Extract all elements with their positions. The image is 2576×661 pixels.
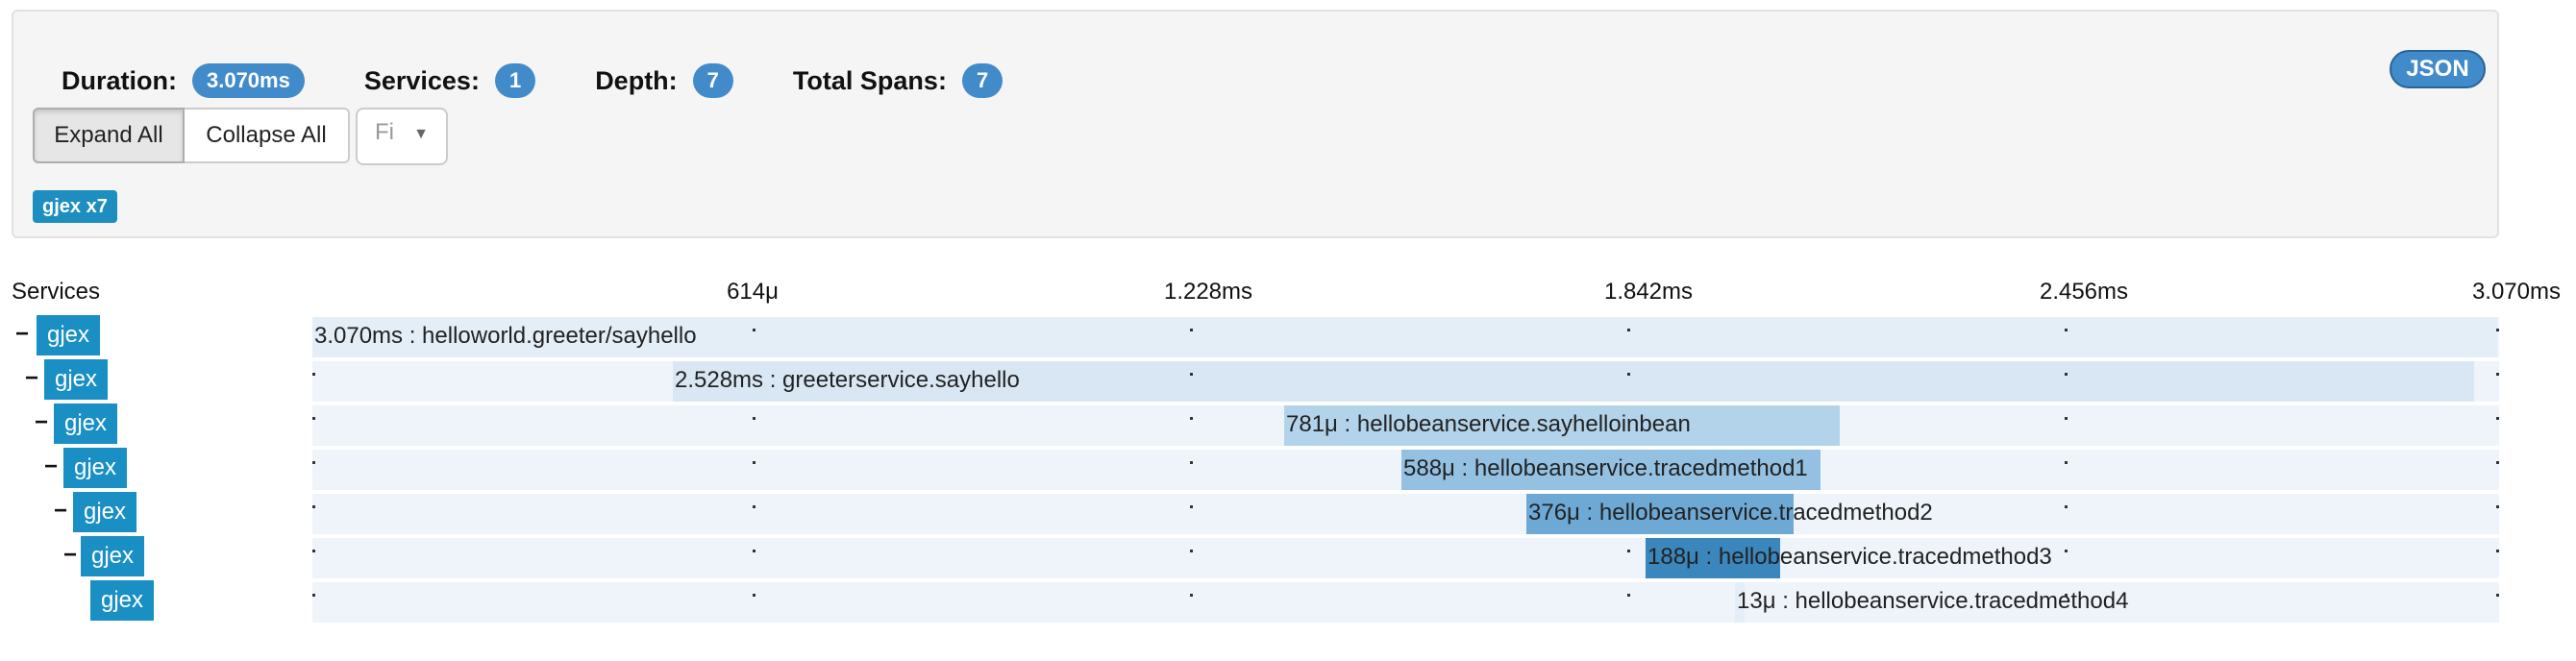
total-spans-summary: Total Spans: 7	[793, 63, 1003, 98]
tick-dot	[753, 594, 755, 597]
span-label: 13μ : hellobeanservice.tracedmethod4	[1737, 588, 2129, 614]
services-badge: 1	[494, 63, 536, 98]
tick-dot	[312, 417, 315, 420]
depth-summary: Depth: 7	[595, 63, 733, 98]
span-row-background	[312, 494, 2499, 534]
service-name: gjex	[81, 536, 144, 576]
tick-dot	[2496, 417, 2499, 420]
tick-dot	[312, 373, 315, 376]
caret-down-icon: ▼	[413, 126, 429, 142]
tick-dot	[2496, 594, 2499, 597]
duration-badge: 3.070ms	[191, 63, 305, 98]
depth-badge: 7	[692, 63, 733, 98]
total-spans-label: Total Spans:	[792, 65, 947, 95]
tick-dot	[753, 329, 755, 331]
tick-dot	[1190, 461, 1193, 464]
span-row-background	[312, 582, 2499, 623]
tick-dot	[1190, 594, 1193, 597]
timeline-tick: 2.456ms	[2039, 279, 2129, 305]
span-row[interactable]: − gjex 781μ : hellobeanservice.sayhelloi…	[0, 404, 2576, 448]
tick-dot	[312, 505, 315, 508]
tick-dot	[2496, 550, 2499, 552]
duration-summary: Duration: 3.070ms	[62, 63, 305, 98]
collapse-toggle-icon[interactable]: −	[25, 365, 38, 392]
service-filter-value: Fi	[375, 119, 394, 145]
tick-dot	[1190, 329, 1193, 331]
tick-dot	[1627, 329, 1630, 331]
span-row[interactable]: gjex 13μ : hellobeanservice.tracedmethod…	[0, 580, 2576, 624]
timeline-tick: 1.228ms	[1163, 279, 1253, 305]
service-name: gjex	[44, 359, 108, 400]
services-summary: Services: 1	[363, 63, 536, 98]
span-row[interactable]: − gjex 588μ : hellobeanservice.tracedmet…	[0, 448, 2576, 492]
timeline-tick: 1.842ms	[1603, 279, 1694, 305]
expand-all-button[interactable]: Expand All	[33, 108, 185, 163]
tick-dot	[312, 594, 315, 597]
tick-dot	[1190, 417, 1193, 420]
tick-dot	[1190, 373, 1193, 376]
json-button[interactable]: JSON	[2390, 50, 2486, 88]
tick-dot	[2496, 329, 2499, 331]
tick-dot	[753, 505, 755, 508]
tick-dot	[1627, 550, 1630, 552]
tick-dot	[2065, 550, 2068, 552]
tick-dot	[2065, 373, 2068, 376]
tick-dot	[2065, 417, 2068, 420]
tick-dot	[312, 550, 315, 552]
expand-collapse-group: Expand All Collapse All	[33, 108, 350, 163]
collapse-all-button[interactable]: Collapse All	[185, 108, 350, 163]
tick-dot	[753, 461, 755, 464]
span-label: 3.070ms : helloworld.greeter/sayhello	[314, 323, 697, 349]
tick-dot	[1190, 505, 1193, 508]
tick-dot	[2065, 505, 2068, 508]
span-label: 376μ : hellobeanservice.tracedmethod2	[1528, 500, 1933, 526]
tick-dot	[2496, 505, 2499, 508]
timeline-tick: 614μ	[727, 279, 779, 305]
services-column-header: Services	[12, 279, 101, 305]
trace-summary: Duration: 3.070ms Services: 1 Depth: 7 T…	[62, 61, 1062, 100]
tick-dot	[312, 461, 315, 464]
tick-dot	[2496, 373, 2499, 376]
tick-dot	[753, 417, 755, 420]
span-row[interactable]: − gjex 3.070ms : helloworld.greeter/sayh…	[0, 315, 2576, 359]
collapse-toggle-icon[interactable]: −	[44, 453, 58, 480]
tick-dot	[2496, 461, 2499, 464]
span-label: 188μ : hellobeanservice.tracedmethod3	[1647, 544, 2052, 570]
span-label: 2.528ms : greeterservice.sayhello	[675, 367, 1020, 393]
trace-summary-panel: Duration: 3.070ms Services: 1 Depth: 7 T…	[12, 10, 2499, 238]
depth-label: Depth:	[595, 65, 678, 95]
service-name: gjex	[63, 448, 127, 488]
duration-label: Duration:	[62, 65, 177, 95]
tick-dot	[1190, 550, 1193, 552]
service-filter-select[interactable]: Fi ▼	[356, 108, 448, 165]
tick-dot	[753, 550, 755, 552]
collapse-toggle-icon[interactable]: −	[63, 542, 77, 569]
span-row-background	[312, 538, 2499, 578]
tick-dot	[2065, 461, 2068, 464]
collapse-toggle-icon[interactable]: −	[15, 321, 29, 348]
span-row[interactable]: − gjex 188μ : hellobeanservice.tracedmet…	[0, 536, 2576, 580]
collapse-toggle-icon[interactable]: −	[35, 409, 48, 436]
span-label: 781μ : hellobeanservice.sayhelloinbean	[1286, 411, 1691, 437]
service-name: gjex	[54, 404, 117, 444]
tick-dot	[2065, 594, 2068, 597]
span-row[interactable]: − gjex 2.528ms : greeterservice.sayhello	[0, 359, 2576, 404]
span-label: 588μ : hellobeanservice.tracedmethod1	[1403, 455, 1808, 481]
service-name: gjex	[73, 492, 136, 532]
services-label: Services:	[363, 65, 480, 95]
span-row[interactable]: − gjex 376μ : hellobeanservice.tracedmet…	[0, 492, 2576, 536]
tick-dot	[1627, 373, 1630, 376]
tick-dot	[1627, 594, 1630, 597]
total-spans-badge: 7	[961, 63, 1003, 98]
tick-dot	[2065, 329, 2068, 331]
service-name: gjex	[90, 580, 154, 621]
service-tag-gjex[interactable]: gjex x7	[33, 190, 117, 223]
service-name: gjex	[37, 315, 100, 355]
collapse-toggle-icon[interactable]: −	[54, 498, 67, 525]
timeline-tick: 3.070ms	[2471, 279, 2561, 305]
